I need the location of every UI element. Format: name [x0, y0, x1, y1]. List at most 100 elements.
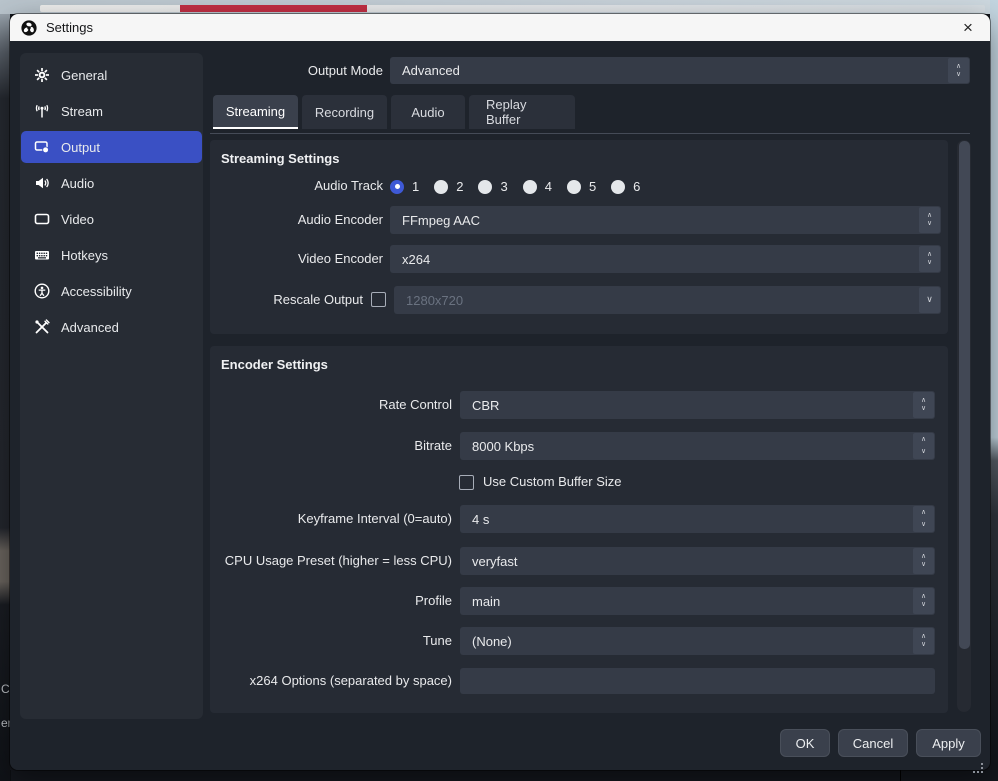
ok-button[interactable]: OK [780, 729, 830, 757]
combo-spinner[interactable]: ∧∨ [913, 548, 934, 574]
tab-audio[interactable]: Audio [391, 95, 465, 129]
spinbox-arrows[interactable]: ∧∨ [913, 506, 934, 532]
audio-track-option-1[interactable]: 1 [390, 179, 419, 194]
sidebar-item-label: Audio [61, 176, 94, 191]
tune-select[interactable]: (None) ∧∨ [460, 627, 935, 655]
audio-encoder-label: Audio Encoder [190, 206, 383, 234]
sidebar-item-hotkeys[interactable]: Hotkeys [21, 239, 202, 271]
chevron-up-icon: ∧ [921, 553, 926, 561]
chevron-up-icon: ∧ [921, 436, 926, 444]
radio-icon[interactable] [523, 180, 537, 194]
tune-label: Tune [150, 627, 452, 655]
sidebar-item-label: Accessibility [61, 284, 132, 299]
rescale-resolution-select: 1280x720 ∨ [394, 286, 941, 314]
broadcast-icon [34, 103, 50, 119]
apply-button[interactable]: Apply [916, 729, 981, 757]
sidebar-item-label: Stream [61, 104, 103, 119]
radio-icon[interactable] [567, 180, 581, 194]
spinbox-arrows[interactable]: ∧∨ [913, 433, 934, 459]
combo-spinner[interactable]: ∧ ∨ [948, 58, 969, 83]
sidebar-item-label: Advanced [61, 320, 119, 335]
chevron-down-icon: ∨ [921, 521, 926, 529]
audio-track-option-2[interactable]: 2 [434, 179, 463, 194]
tab-divider [210, 133, 970, 134]
chevron-up-icon: ∧ [927, 251, 932, 259]
rate-control-label: Rate Control [150, 391, 452, 419]
audio-encoder-select[interactable]: FFmpeg AAC ∧∨ [390, 206, 941, 234]
chevron-down-icon: ∨ [956, 71, 961, 79]
title-bar[interactable]: Settings × [10, 14, 990, 41]
radio-icon[interactable] [611, 180, 625, 194]
bitrate-spinbox[interactable]: 8000 Kbps ∧∨ [460, 432, 935, 460]
obs-logo-icon [21, 20, 37, 36]
group-title: Encoder Settings [221, 357, 328, 372]
chevron-up-icon: ∧ [927, 212, 932, 220]
output-mode-value: Advanced [390, 63, 947, 78]
sidebar-item-video[interactable]: Video [21, 203, 202, 235]
cpu-preset-label: CPU Usage Preset (higher = less CPU) [150, 547, 452, 575]
audio-track-option-3[interactable]: 3 [478, 179, 507, 194]
background-red-bar [180, 5, 367, 12]
combo-spinner[interactable]: ∧∨ [919, 246, 940, 272]
chevron-up-icon: ∧ [921, 633, 926, 641]
chevron-down-icon: ∨ [927, 220, 932, 228]
cancel-button[interactable]: Cancel [838, 729, 908, 757]
radio-icon[interactable] [478, 180, 492, 194]
chevron-down-icon: ∨ [919, 287, 940, 313]
rate-control-select[interactable]: CBR ∧∨ [460, 391, 935, 419]
audio-track-radio-group: 1 2 3 4 5 6 [390, 179, 640, 194]
sidebar-item-audio[interactable]: Audio [21, 167, 202, 199]
sidebar-item-general[interactable]: General [21, 59, 202, 91]
sidebar-item-stream[interactable]: Stream [21, 95, 202, 127]
rescale-output-checkbox[interactable] [371, 292, 386, 307]
audio-track-option-6[interactable]: 6 [611, 179, 640, 194]
profile-select[interactable]: main ∧∨ [460, 587, 935, 615]
accessibility-icon [34, 283, 50, 299]
radio-icon[interactable] [434, 180, 448, 194]
radio-checked-icon[interactable] [390, 180, 404, 194]
output-mode-select[interactable]: Advanced ∧ ∨ [390, 57, 970, 84]
desktop-background-right [990, 0, 998, 781]
tab-recording[interactable]: Recording [302, 95, 387, 129]
resize-grip-icon[interactable] [973, 763, 983, 773]
chevron-down-icon: ∨ [921, 405, 926, 413]
video-encoder-select[interactable]: x264 ∧∨ [390, 245, 941, 273]
sidebar-item-label: Output [61, 140, 100, 155]
use-custom-buffer-checkbox[interactable] [459, 475, 474, 490]
tab-replay-buffer[interactable]: Replay Buffer [469, 95, 575, 129]
monitor-icon [34, 211, 50, 227]
chevron-up-icon: ∧ [921, 397, 926, 405]
use-custom-buffer-label: Use Custom Buffer Size [483, 469, 621, 495]
keyframe-interval-spinbox[interactable]: 4 s ∧∨ [460, 505, 935, 533]
window-title: Settings [46, 20, 93, 35]
sidebar-item-label: Hotkeys [61, 248, 108, 263]
sidebar-item-output[interactable]: Output [21, 131, 202, 163]
output-tab-bar: Streaming Recording Audio Replay Buffer [213, 95, 575, 129]
rescale-output-label: Rescale Output [170, 286, 363, 314]
combo-spinner[interactable]: ∧∨ [913, 392, 934, 418]
x264-options-input[interactable] [460, 668, 935, 694]
close-button[interactable]: × [952, 14, 984, 41]
chevron-up-icon: ∧ [921, 509, 926, 517]
background-window-bottom [10, 770, 998, 781]
tab-streaming[interactable]: Streaming [213, 95, 298, 129]
gear-icon [34, 67, 50, 83]
cpu-preset-select[interactable]: veryfast ∧∨ [460, 547, 935, 575]
chevron-down-icon: ∨ [921, 561, 926, 569]
sidebar-item-advanced[interactable]: Advanced [21, 311, 202, 343]
keyframe-interval-label: Keyframe Interval (0=auto) [150, 505, 452, 533]
audio-track-option-5[interactable]: 5 [567, 179, 596, 194]
video-encoder-label: Video Encoder [190, 245, 383, 273]
combo-spinner[interactable]: ∧∨ [913, 628, 934, 654]
tools-icon [34, 319, 50, 335]
chevron-up-icon: ∧ [921, 593, 926, 601]
combo-spinner[interactable]: ∧∨ [913, 588, 934, 614]
background-divider [900, 770, 901, 781]
desktop-background-left [0, 14, 10, 781]
audio-track-option-4[interactable]: 4 [523, 179, 552, 194]
keyboard-icon [34, 247, 50, 263]
combo-spinner[interactable]: ∧∨ [919, 207, 940, 233]
sidebar-item-label: Video [61, 212, 94, 227]
scrollbar-thumb[interactable] [959, 141, 970, 649]
x264-options-label: x264 Options (separated by space) [150, 668, 452, 694]
